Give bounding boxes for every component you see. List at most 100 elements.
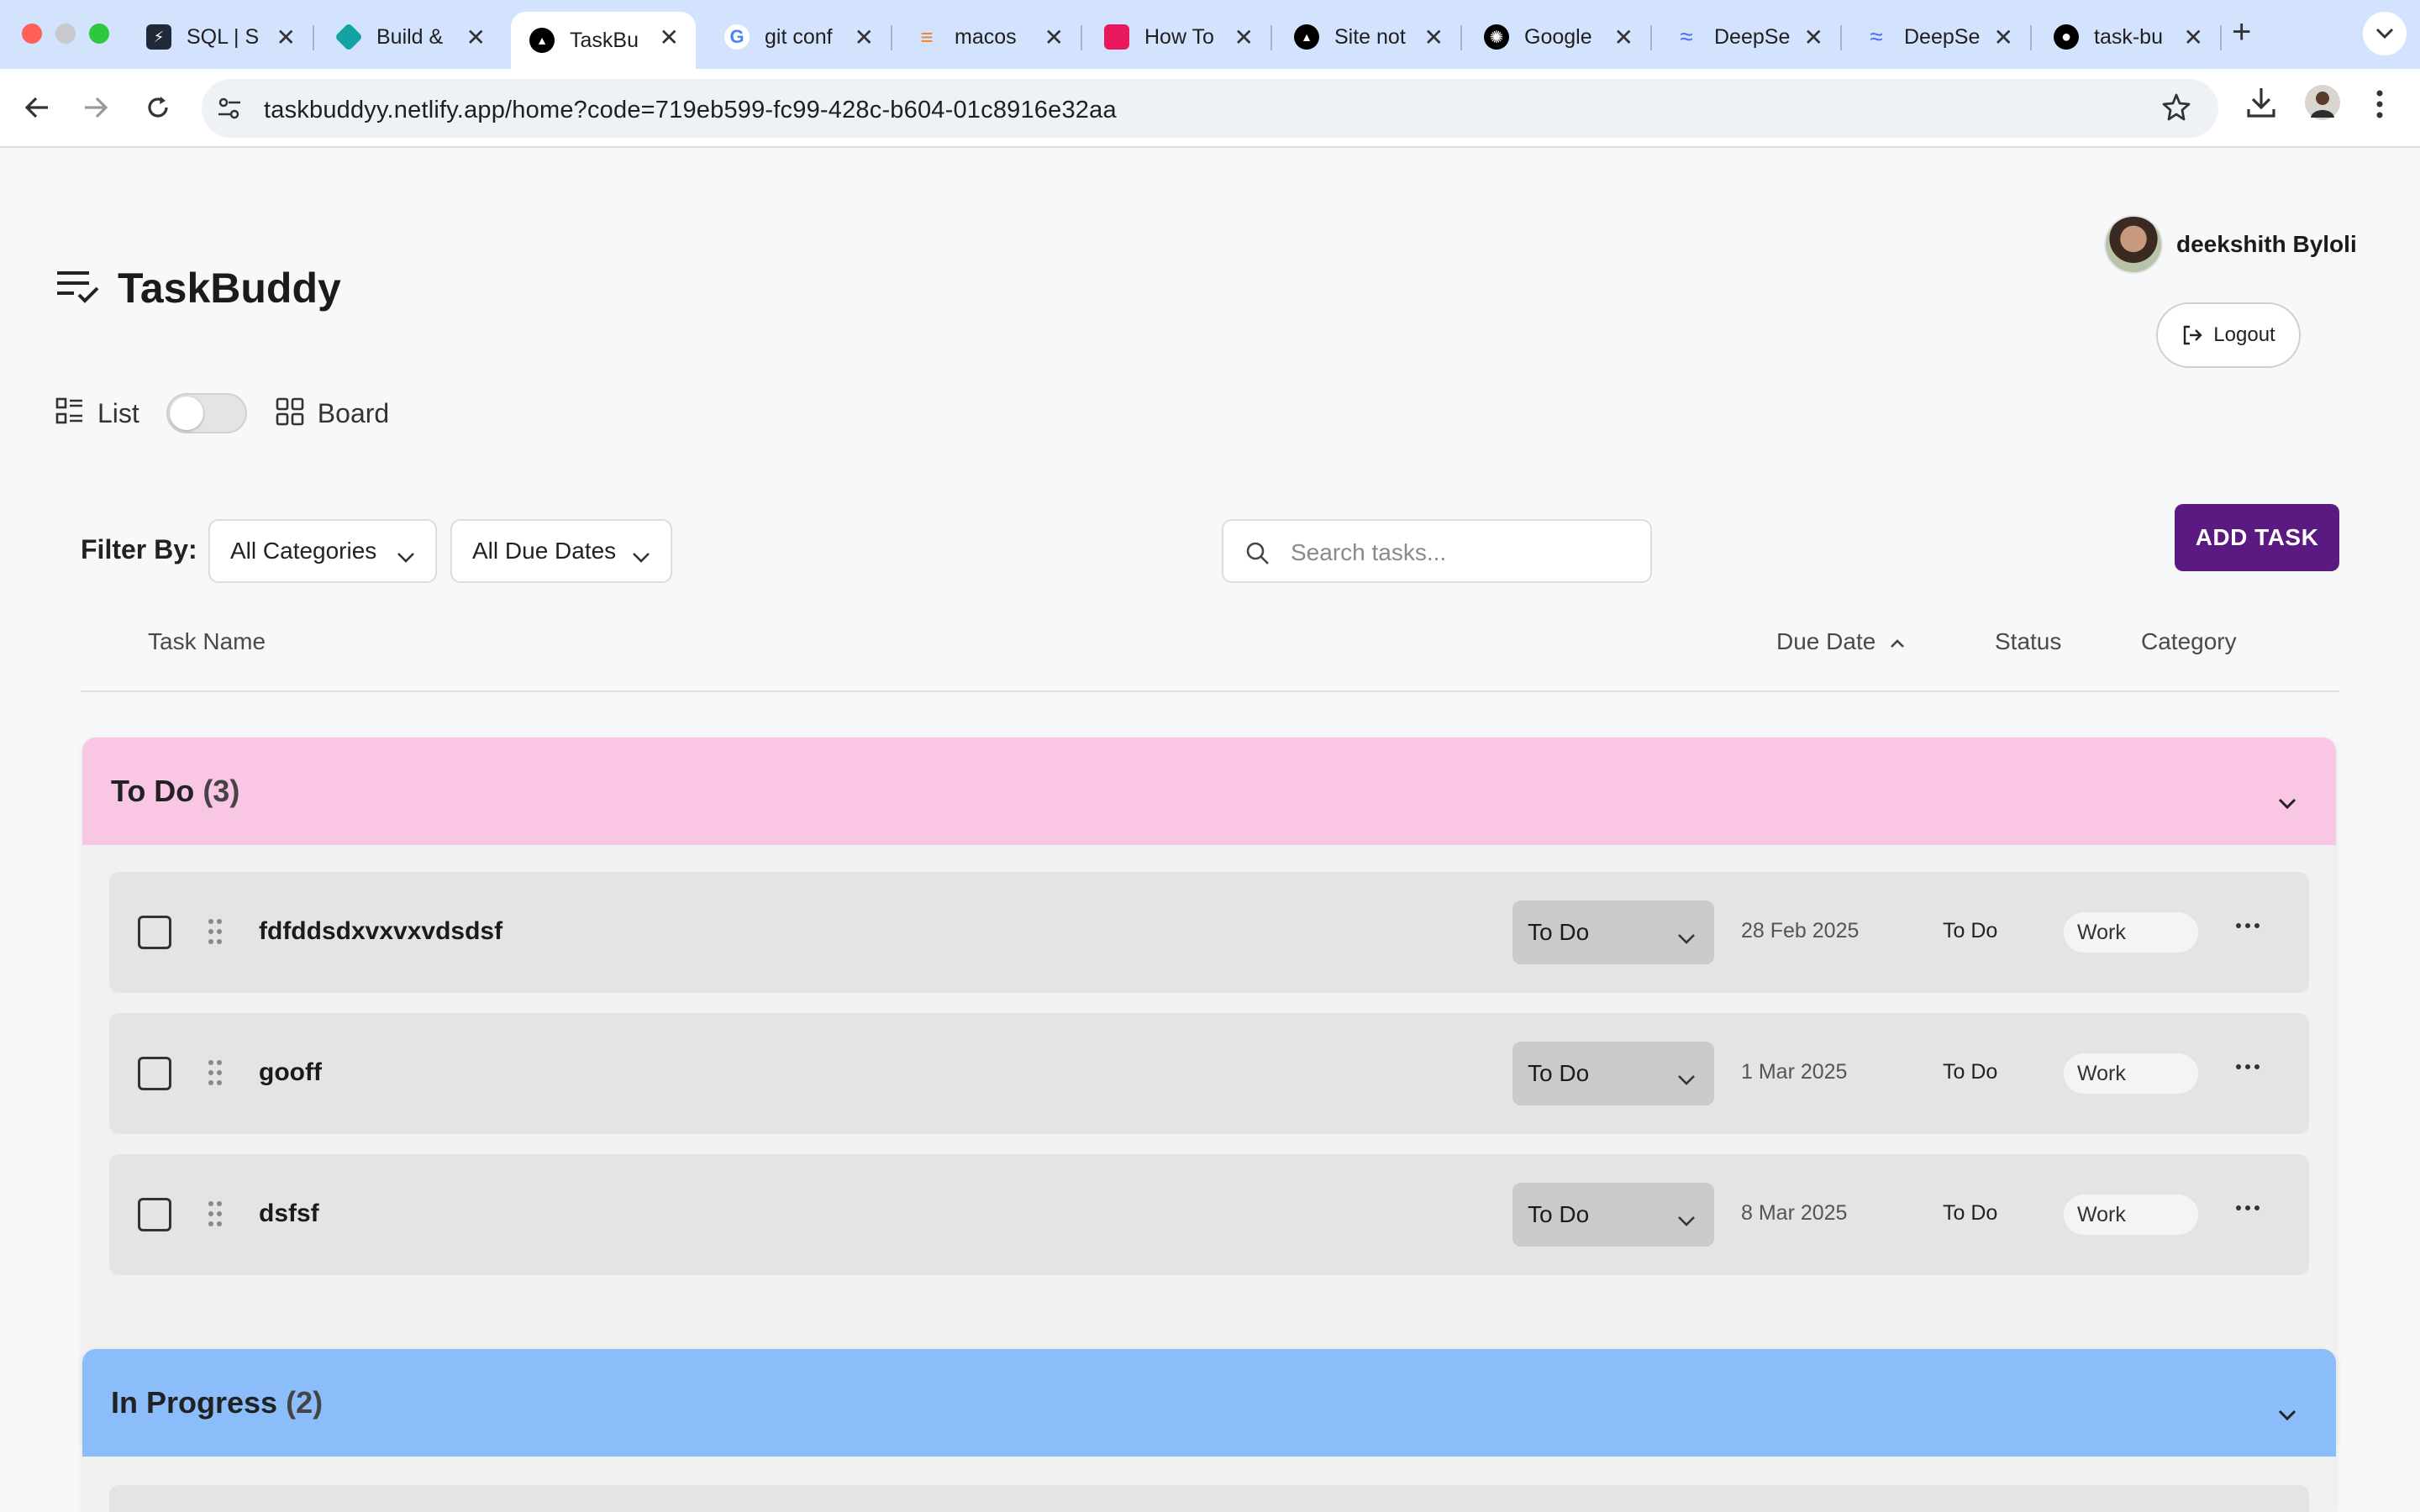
board-view-label[interactable]: Board (318, 398, 389, 429)
user-name: deekshith Byloli (2176, 231, 2357, 257)
status-select[interactable]: To Do (1512, 1042, 1714, 1105)
column-due-date[interactable]: Due Date (1776, 628, 1906, 655)
add-task-button[interactable]: ADD TASK (2175, 504, 2339, 571)
forward-arrow-icon[interactable] (76, 87, 116, 128)
task-status: To Do (1943, 919, 1998, 942)
more-options-icon[interactable] (2235, 1060, 2260, 1075)
section-title: In Progress (111, 1385, 278, 1420)
back-arrow-icon[interactable] (17, 87, 57, 128)
browser-tab-active[interactable]: ▲ TaskBu ✕ (511, 12, 696, 69)
status-select[interactable]: To Do (1512, 900, 1714, 964)
tab-title: task-bu (2094, 24, 2163, 49)
browser-tab[interactable]: ✺ Google ✕ (1465, 12, 1652, 62)
netlify-favicon-icon: ▲ (1294, 24, 1319, 50)
chevron-down-icon[interactable] (2277, 783, 2297, 818)
cube-favicon-icon (1104, 24, 1129, 50)
chevron-down-icon[interactable] (2277, 1394, 2297, 1430)
logout-button[interactable]: Logout (2156, 302, 2301, 368)
sql-favicon-icon: ⚡ (146, 24, 171, 50)
tab-title: SQL | S (187, 24, 260, 49)
tab-search-chevron-icon[interactable] (2363, 12, 2407, 55)
tab-title: Build & (376, 24, 444, 49)
site-info-icon[interactable] (217, 96, 242, 125)
browser-toolbar: taskbuddyy.netlify.app/home?code=719eb59… (0, 69, 2420, 148)
chevron-down-icon (397, 543, 415, 570)
browser-tab[interactable]: ⚡ SQL | S ✕ (128, 12, 314, 62)
close-tab-icon[interactable]: ✕ (1234, 24, 1254, 51)
close-tab-icon[interactable]: ✕ (2184, 24, 2203, 51)
category-filter-dropdown[interactable]: All Categories (208, 519, 437, 583)
list-view-icon[interactable] (55, 397, 84, 430)
tab-title: macos (955, 24, 1017, 49)
new-tab-button[interactable]: + (2232, 13, 2251, 51)
address-bar[interactable]: taskbuddyy.netlify.app/home?code=719eb59… (202, 79, 2218, 138)
board-view-icon[interactable] (276, 397, 304, 430)
tab-title: DeepSe (1904, 24, 1981, 49)
drag-handle-icon[interactable] (207, 917, 224, 950)
browser-tab[interactable]: ≈ DeepSe ✕ (1655, 12, 1842, 62)
close-tab-icon[interactable]: ✕ (466, 24, 486, 51)
in-progress-section: In Progress (2) (82, 1349, 2336, 1512)
browser-tab[interactable]: Build & ✕ (318, 12, 502, 62)
status-select[interactable]: To Do (1512, 1183, 1714, 1247)
browser-tab[interactable]: ● task-bu ✕ (2035, 12, 2222, 62)
in-progress-section-header[interactable]: In Progress (2) (82, 1349, 2336, 1457)
reload-icon[interactable] (138, 87, 178, 128)
section-title: To Do (111, 774, 195, 808)
tab-title: Site not (1334, 24, 1406, 49)
more-options-icon[interactable] (2235, 1201, 2260, 1216)
download-icon[interactable] (2245, 86, 2277, 123)
task-checkbox[interactable] (138, 1198, 171, 1231)
browser-tab[interactable]: ≡ macos ✕ (896, 12, 1082, 62)
logout-label: Logout (2213, 323, 2275, 346)
close-tab-icon[interactable]: ✕ (1994, 24, 2013, 51)
task-checkbox[interactable] (138, 916, 171, 949)
close-tab-icon[interactable]: ✕ (1804, 24, 1823, 51)
close-window-button[interactable] (22, 24, 42, 44)
todo-section-header[interactable]: To Do (3) (82, 738, 2336, 845)
close-tab-icon[interactable]: ✕ (276, 24, 296, 51)
filter-label: Filter By: (81, 534, 197, 564)
google-favicon-icon: G (724, 24, 750, 50)
browser-menu-icon[interactable] (2375, 89, 2385, 123)
browser-tab[interactable]: ≈ DeepSe ✕ (1845, 12, 2032, 62)
task-row[interactable] (109, 1485, 2309, 1512)
chevron-down-icon (1677, 1206, 1696, 1233)
close-tab-icon[interactable]: ✕ (1614, 24, 1634, 51)
view-toggle-switch[interactable] (166, 393, 247, 433)
browser-tab[interactable]: G git conf ✕ (706, 12, 892, 62)
drag-handle-icon[interactable] (207, 1058, 224, 1091)
tab-title: git conf (765, 24, 833, 49)
section-count: (3) (203, 774, 240, 808)
status-select-value: To Do (1528, 919, 1590, 945)
bookmark-star-icon[interactable] (2161, 92, 2191, 127)
drag-handle-icon[interactable] (207, 1200, 224, 1232)
browser-tab[interactable]: ▲ Site not ✕ (1276, 12, 1462, 62)
minimize-window-button[interactable] (55, 24, 76, 44)
task-due-date: 28 Feb 2025 (1741, 919, 1860, 942)
url-text[interactable]: taskbuddyy.netlify.app/home?code=719eb59… (264, 97, 1117, 124)
task-row[interactable]: gooff To Do 1 Mar 2025 To Do Work (109, 1013, 2309, 1134)
task-row[interactable]: dsfsf To Do 8 Mar 2025 To Do Work (109, 1154, 2309, 1275)
task-checkbox[interactable] (138, 1057, 171, 1090)
task-due-date: 8 Mar 2025 (1741, 1201, 1848, 1225)
sort-ascending-icon (1891, 639, 1904, 648)
close-tab-icon[interactable]: ✕ (855, 24, 874, 51)
maximize-window-button[interactable] (89, 24, 109, 44)
task-due-date: 1 Mar 2025 (1741, 1060, 1848, 1084)
app-brand: TaskBuddy (55, 264, 341, 312)
column-category: Category (2141, 628, 2237, 654)
close-tab-icon[interactable]: ✕ (1044, 24, 1064, 51)
more-options-icon[interactable] (2235, 919, 2260, 934)
search-input[interactable]: Search tasks... (1222, 519, 1652, 583)
close-tab-icon[interactable]: ✕ (1424, 24, 1444, 51)
profile-avatar-icon[interactable] (2304, 84, 2341, 125)
list-view-label[interactable]: List (97, 398, 139, 429)
app-title: TaskBuddy (118, 265, 341, 312)
close-tab-icon[interactable]: ✕ (660, 24, 679, 51)
due-date-filter-dropdown[interactable]: All Due Dates (450, 519, 672, 583)
browser-tab-bar: ⚡ SQL | S ✕ Build & ✕ ▲ TaskBu ✕ G git c… (0, 0, 2420, 69)
task-name: dsfsf (259, 1200, 319, 1227)
task-row[interactable]: fdfddsdxvxvxvdsdsf To Do 28 Feb 2025 To … (109, 872, 2309, 993)
browser-tab[interactable]: How To ✕ (1086, 12, 1272, 62)
